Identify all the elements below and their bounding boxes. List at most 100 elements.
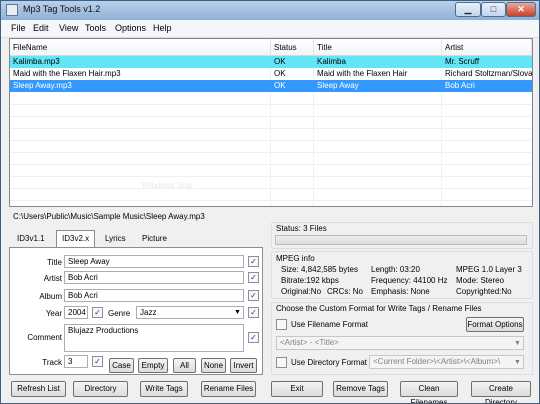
maximize-icon: □ — [490, 4, 497, 14]
none-button[interactable]: None — [201, 358, 226, 373]
table-row[interactable]: Kalimba.mp3 OK Kalimba Mr. Scruff — [10, 56, 532, 68]
mpeg-emphasis: Emphasis: None — [371, 287, 430, 296]
mpeg-size: Size: 4,842,585 bytes — [281, 265, 358, 274]
row-divider — [10, 200, 532, 201]
file-path: C:\Users\Public\Music\Sample Music\Sleep… — [13, 212, 205, 221]
mpeg-length: Length: 03:20 — [371, 265, 420, 274]
mpeg-layer: MPEG 1.0 Layer 3 — [456, 265, 522, 274]
table-row[interactable]: Maid with the Flaxen Hair.mp3 OK Maid wi… — [10, 68, 532, 80]
title-bar[interactable]: Mp3 Tag Tools v1.2 ▁ □ ✕ — [1, 1, 539, 20]
cell-title: Sleep Away — [317, 81, 359, 90]
checkmark-icon: ✓ — [250, 308, 257, 317]
status-text: Status: 3 Files — [276, 224, 327, 233]
tag-panel: Title Sleep Away ✓ Artist Bob Acri ✓ Alb… — [9, 247, 263, 375]
tab-id3v1[interactable]: ID3v1.1 — [12, 231, 50, 247]
window-title: Mp3 Tag Tools v1.2 — [23, 4, 101, 14]
row-divider — [10, 116, 532, 117]
directory-format-select[interactable]: <Current Folder>\<Artist>\<Album>\ ▼ — [369, 355, 524, 369]
menu-file[interactable]: File — [11, 23, 26, 33]
remove-tags-button[interactable]: Remove Tags — [333, 381, 388, 397]
checkmark-icon: ✓ — [250, 333, 257, 342]
genre-label: Genre — [108, 309, 131, 318]
cell-artist: Richard Stoltzman/Slovak — [445, 69, 532, 78]
tab-picture[interactable]: Picture — [137, 231, 172, 247]
maximize-button[interactable]: □ — [481, 2, 506, 17]
title-checkbox[interactable]: ✓ — [248, 256, 259, 267]
menu-tools[interactable]: Tools — [85, 23, 106, 33]
row-divider — [10, 104, 532, 105]
tab-id3v2[interactable]: ID3v2.x — [56, 230, 96, 248]
menu-view[interactable]: View — [59, 23, 78, 33]
menu-help[interactable]: Help — [153, 23, 172, 33]
artist-field[interactable]: Bob Acri — [64, 271, 244, 284]
format-options-button[interactable]: Format Options — [466, 317, 524, 332]
genre-select[interactable]: Jazz ▼ — [136, 306, 244, 319]
progress-bar — [275, 235, 527, 245]
app-window: Mp3 Tag Tools v1.2 ▁ □ ✕ File Edit View … — [0, 0, 540, 404]
cell-artist: Mr. Scruff — [445, 57, 480, 66]
use-directory-checkbox[interactable] — [276, 357, 287, 368]
case-button[interactable]: Case — [109, 358, 134, 373]
file-list[interactable]: FileName Status Title Artist Kalimba.mp3… — [9, 38, 533, 207]
artist-checkbox[interactable]: ✓ — [248, 272, 259, 283]
track-label: Track — [42, 358, 62, 367]
cell-status: OK — [274, 57, 286, 66]
album-field[interactable]: Bob Acri — [64, 289, 244, 302]
minimize-icon: ▁ — [464, 4, 472, 14]
clean-filenames-button[interactable]: Clean Filenames — [400, 381, 458, 403]
close-icon: ✕ — [517, 4, 525, 14]
title-field[interactable]: Sleep Away — [64, 255, 244, 268]
checkmark-icon: ✓ — [250, 291, 257, 300]
genre-checkbox[interactable]: ✓ — [248, 307, 259, 318]
mpeg-mode: Mode: Stereo — [456, 276, 505, 285]
invert-button[interactable]: Invert — [230, 358, 257, 373]
mpeg-copyrighted: Copyrighted:No — [456, 287, 512, 296]
app-icon — [6, 4, 18, 16]
cell-status: OK — [274, 81, 286, 90]
create-directory-button[interactable]: Create Directory — [471, 381, 531, 403]
menu-edit[interactable]: Edit — [33, 23, 49, 33]
chevron-down-icon: ▼ — [514, 340, 521, 347]
mpeg-frequency: Frequency: 44100 Hz — [371, 276, 448, 285]
cell-status: OK — [274, 69, 286, 78]
column-header-title[interactable]: Title — [314, 39, 442, 56]
table-row[interactable]: Sleep Away.mp3 OK Sleep Away Bob Acri — [10, 80, 532, 92]
cell-title: Maid with the Flaxen Hair — [317, 69, 408, 78]
year-field[interactable]: 2004 — [64, 306, 88, 319]
watermark-text: Windows Snip — [142, 181, 193, 190]
mpeg-crcs: CRCs: No — [327, 287, 364, 296]
row-divider — [10, 152, 532, 153]
comment-checkbox[interactable]: ✓ — [248, 332, 259, 343]
tag-tabs: ID3v1.1 ID3v2.x Lyrics Picture — [9, 230, 263, 248]
empty-button[interactable]: Empty — [138, 358, 168, 373]
cell-title: Kalimba — [317, 57, 346, 66]
filename-format-value: <Artist> - <Title> — [280, 338, 339, 347]
track-field[interactable]: 3 — [64, 355, 88, 368]
cell-artist: Bob Acri — [445, 81, 475, 90]
row-divider — [10, 188, 532, 189]
write-tags-button[interactable]: Write Tags — [140, 381, 188, 397]
menu-options[interactable]: Options — [115, 23, 146, 33]
filename-format-select[interactable]: <Artist> - <Title> ▼ — [276, 336, 524, 350]
comment-field[interactable]: Blujazz Productions — [64, 324, 244, 352]
use-directory-label: Use Directory Format — [291, 358, 368, 367]
mpeg-info-heading: MPEG info — [276, 254, 315, 263]
refresh-list-button[interactable]: Refresh List — [11, 381, 66, 397]
directory-button[interactable]: Directory — [73, 381, 128, 397]
exit-button[interactable]: Exit — [271, 381, 323, 397]
column-header-artist[interactable]: Artist — [442, 39, 532, 56]
column-header-status[interactable]: Status — [271, 39, 314, 56]
tab-lyrics[interactable]: Lyrics — [100, 231, 131, 247]
row-divider — [10, 140, 532, 141]
column-header-filename[interactable]: FileName — [10, 39, 271, 56]
all-button[interactable]: All — [173, 358, 196, 373]
cell-filename: Sleep Away.mp3 — [13, 81, 72, 90]
close-button[interactable]: ✕ — [506, 2, 536, 17]
minimize-button[interactable]: ▁ — [455, 2, 481, 17]
album-checkbox[interactable]: ✓ — [248, 290, 259, 301]
use-filename-checkbox[interactable] — [276, 319, 287, 330]
year-checkbox[interactable]: ✓ — [92, 307, 103, 318]
rename-files-button[interactable]: Rename Files — [201, 381, 256, 397]
track-checkbox[interactable]: ✓ — [92, 356, 103, 367]
checkmark-icon: ✓ — [250, 257, 257, 266]
